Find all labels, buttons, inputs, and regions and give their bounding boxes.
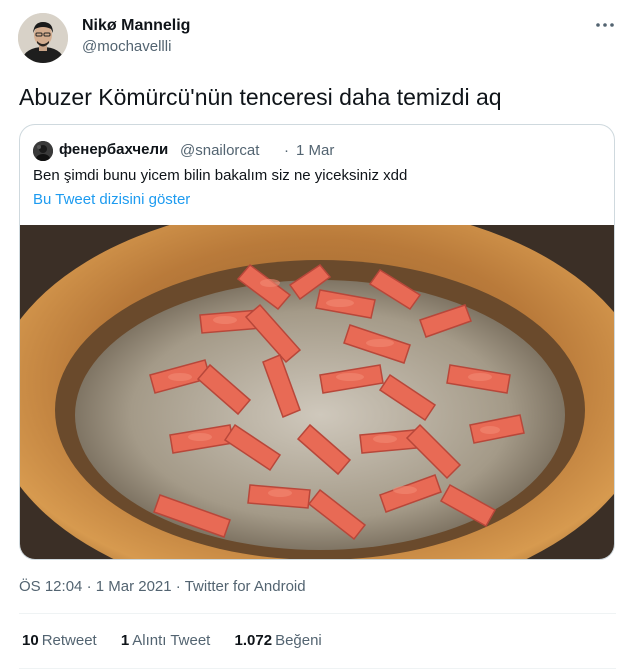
tweet-stats: 10 Retweet 1 Alıntı Tweet 1.072 Beğeni xyxy=(22,632,342,649)
author-handle[interactable]: @mochavellli xyxy=(82,38,171,55)
more-dots-icon[interactable] xyxy=(594,14,616,36)
tweet-time[interactable]: ÖS 12:04 xyxy=(19,578,82,595)
sausages-in-pot-photo xyxy=(20,203,614,559)
divider xyxy=(19,613,616,614)
likes-stat[interactable]: 1.072 Beğeni xyxy=(235,632,322,649)
tweet-card: Nikø Mannelig @mochavellli Abuzer Kömürc… xyxy=(0,0,635,672)
retweets-label: Retweet xyxy=(41,632,97,649)
quoted-avatar-photo xyxy=(33,141,53,161)
divider xyxy=(19,668,616,669)
retweets-stat[interactable]: 10 Retweet xyxy=(22,632,97,649)
show-thread-link[interactable]: Bu Tweet dizisini göster xyxy=(33,191,190,208)
quoted-tweet[interactable]: фенербахчели @snailorcat · 1 Mar Ben şim… xyxy=(19,124,615,560)
meta-separator: · xyxy=(86,578,92,595)
quotes-label: Alıntı Tweet xyxy=(132,632,211,649)
likes-label: Beğeni xyxy=(275,632,322,649)
quotes-count: 1 xyxy=(120,632,130,649)
quoted-text: Ben şimdi bunu yicem bilin bakalım siz n… xyxy=(33,167,408,184)
tweet-source[interactable]: Twitter for Android xyxy=(185,578,306,595)
tweet-text: Abuzer Kömürcü'nün tenceresi daha temizd… xyxy=(19,84,502,110)
quoted-media-image[interactable] xyxy=(20,203,614,559)
quoted-author-name[interactable]: фенербахчели xyxy=(59,141,168,158)
quoted-date[interactable]: 1 Mar xyxy=(296,142,334,159)
tweet-date[interactable]: 1 Mar 2021 xyxy=(96,578,172,595)
quoted-author-handle[interactable]: @snailorcat xyxy=(180,142,259,159)
author-name[interactable]: Nikø Mannelig xyxy=(82,17,190,35)
quotes-stat[interactable]: 1 Alıntı Tweet xyxy=(121,632,210,649)
retweets-count: 10 xyxy=(22,632,39,649)
likes-count: 1.072 xyxy=(234,632,273,649)
tweet-meta: ÖS 12:04 · 1 Mar 2021 · Twitter for Andr… xyxy=(19,578,306,595)
quoted-separator: · xyxy=(284,142,289,159)
quoted-avatar[interactable] xyxy=(33,141,53,161)
more-dots-glyph xyxy=(596,23,614,27)
avatar-photo xyxy=(18,13,68,63)
meta-separator: · xyxy=(175,578,181,595)
author-avatar[interactable] xyxy=(18,13,68,63)
